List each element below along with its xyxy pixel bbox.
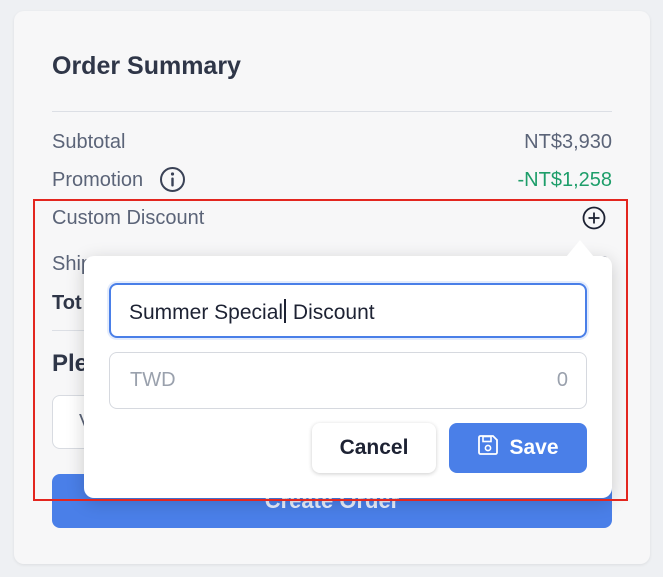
- floppy-disk-icon: [478, 435, 499, 455]
- order-summary-title: Order Summary: [52, 52, 241, 80]
- amount-value: 0: [556, 369, 568, 391]
- plus-circle-icon[interactable]: [582, 206, 606, 230]
- discount-name-text: Summer Special Discount: [129, 299, 375, 325]
- save-label: Save: [509, 436, 559, 459]
- section-heading: Ple: [52, 350, 89, 377]
- discount-name-before-caret: Summer Special: [129, 301, 284, 324]
- subtotal-label: Subtotal: [52, 131, 126, 153]
- discount-name-after-caret: Discount: [287, 301, 375, 324]
- popover-arrow: [566, 240, 594, 257]
- title-divider: [52, 111, 612, 112]
- total-label: Tot: [52, 292, 82, 314]
- cancel-label: Cancel: [339, 436, 409, 459]
- amount-currency-placeholder: TWD: [130, 369, 176, 391]
- promotion-label: Promotion: [52, 169, 144, 191]
- promotion-value: -NT$1,258: [517, 169, 613, 191]
- text-caret: [284, 299, 287, 323]
- cancel-button[interactable]: Cancel: [312, 423, 436, 473]
- info-icon[interactable]: [159, 166, 186, 193]
- custom-discount-popover: Summer Special Discount TWD 0 Cancel Sav…: [84, 256, 612, 498]
- discount-name-input[interactable]: Summer Special Discount: [109, 283, 587, 338]
- save-button[interactable]: Save: [449, 423, 587, 473]
- subtotal-value: NT$3,930: [524, 131, 612, 153]
- discount-amount-input[interactable]: TWD 0: [109, 352, 587, 409]
- custom-discount-label: Custom Discount: [52, 207, 205, 229]
